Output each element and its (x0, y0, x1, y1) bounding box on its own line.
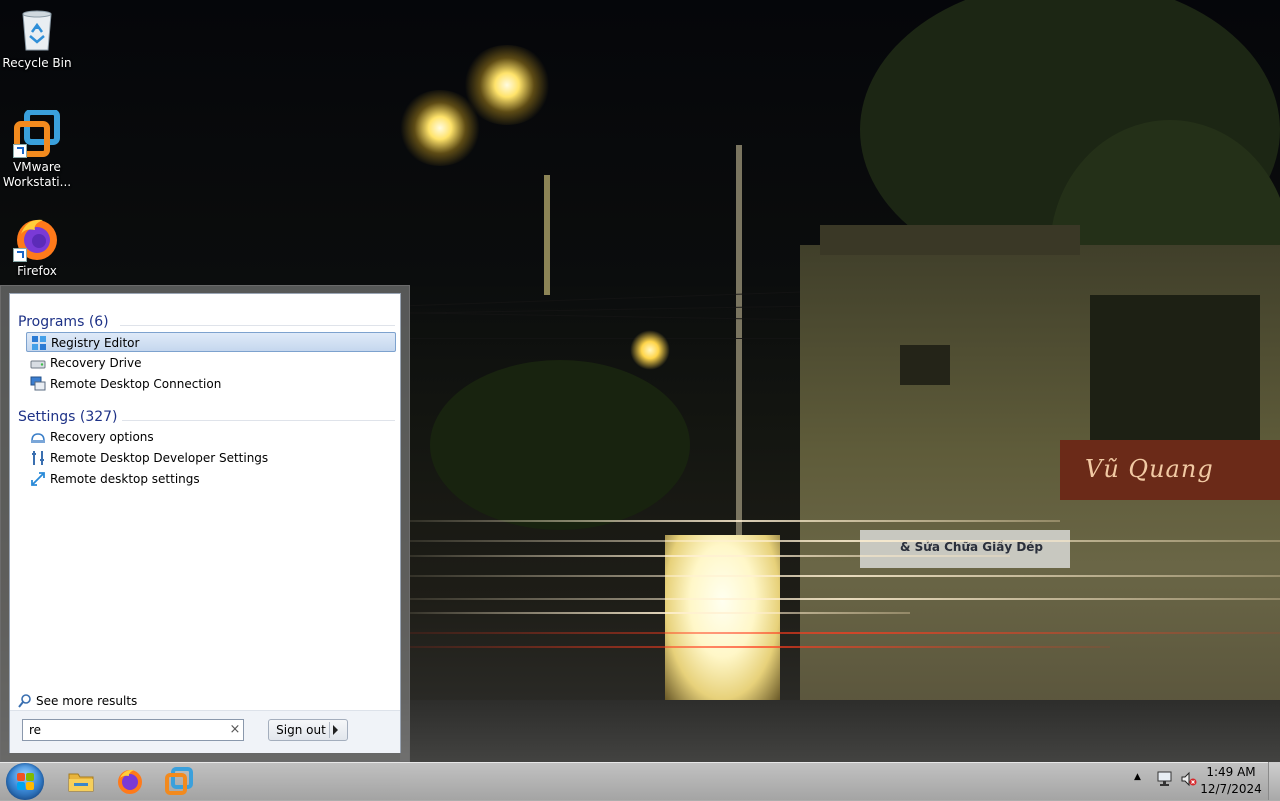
divider (120, 325, 395, 326)
desktop-icon-label: Firefox (17, 264, 57, 278)
desktop-icon-firefox[interactable]: Firefox (1, 214, 73, 279)
vmware-icon (165, 767, 193, 795)
sign-out-button[interactable]: Sign out (268, 719, 348, 741)
result-label: Recovery Drive (50, 356, 142, 370)
show-desktop-button[interactable] (1268, 762, 1280, 800)
result-recovery-drive[interactable]: Recovery Drive (26, 353, 396, 373)
desktop-icon-label: VMware Workstati... (2, 160, 72, 189)
result-remote-desktop-settings[interactable]: Remote desktop settings (26, 469, 396, 489)
recovery-drive-icon (30, 355, 46, 371)
start-menu: Programs (6) Registry Editor Recovery Dr… (0, 285, 410, 762)
lit-kiosk (665, 535, 780, 700)
shortcut-arrow-icon (13, 248, 27, 262)
remote-desktop-connection-icon (30, 376, 46, 392)
desktop-icon-recycle-bin[interactable]: Recycle Bin (1, 6, 73, 71)
system-clock[interactable]: 1:49 AM 12/7/2024 (1196, 764, 1266, 798)
search-input[interactable]: re (22, 719, 244, 741)
clock-time: 1:49 AM (1206, 765, 1256, 779)
result-remote-desktop-developer-settings[interactable]: Remote Desktop Developer Settings (26, 448, 396, 468)
result-label: Remote Desktop Developer Settings (50, 451, 269, 465)
taskbar-file-explorer[interactable] (66, 766, 96, 796)
shop-banner-text: & Sửa Chữa Giầy Dép (900, 540, 1044, 554)
result-registry-editor[interactable]: Registry Editor (26, 332, 396, 352)
shop-sign-text: Vũ Quang (1085, 455, 1214, 483)
shortcut-arrow-icon (13, 144, 27, 158)
see-more-results-link[interactable]: See more results (16, 692, 137, 710)
remote-desktop-settings-icon (30, 471, 46, 487)
recovery-options-icon (30, 429, 46, 445)
firefox-icon (118, 769, 142, 794)
divider (122, 420, 395, 421)
result-recovery-options[interactable]: Recovery options (26, 427, 396, 447)
start-menu-results-pane: Programs (6) Registry Editor Recovery Dr… (9, 293, 401, 753)
start-button[interactable] (6, 763, 44, 800)
recycle-bin-icon (13, 6, 61, 54)
firefox-icon (13, 214, 61, 262)
divider (329, 722, 330, 738)
sign-out-label: Sign out (276, 723, 326, 737)
result-label: Remote Desktop Connection (50, 377, 222, 391)
desktop-icon-label: Recycle Bin (2, 56, 72, 70)
show-hidden-icons-button[interactable]: ▲ (1134, 772, 1141, 782)
result-remote-desktop-connection[interactable]: Remote Desktop Connection (26, 374, 396, 394)
file-explorer-icon (68, 773, 94, 792)
programs-heading: Programs (6) (18, 314, 109, 330)
desktop-icon-vmware[interactable]: VMware Workstati... (1, 109, 73, 190)
result-label: Registry Editor (51, 336, 140, 350)
taskbar-firefox[interactable] (115, 766, 145, 796)
result-label: Recovery options (50, 430, 154, 444)
clear-search-icon[interactable]: × (228, 722, 242, 738)
network-icon[interactable] (1156, 771, 1174, 790)
developer-settings-icon (30, 450, 46, 466)
settings-heading: Settings (327) (18, 409, 118, 425)
clock-date: 12/7/2024 (1200, 782, 1262, 796)
taskbar-vmware[interactable] (164, 766, 194, 796)
registry-editor-icon (31, 335, 47, 351)
see-more-label: See more results (36, 694, 138, 708)
vmware-icon (13, 109, 61, 158)
chevron-right-icon[interactable] (333, 725, 338, 735)
result-label: Remote desktop settings (50, 472, 200, 486)
